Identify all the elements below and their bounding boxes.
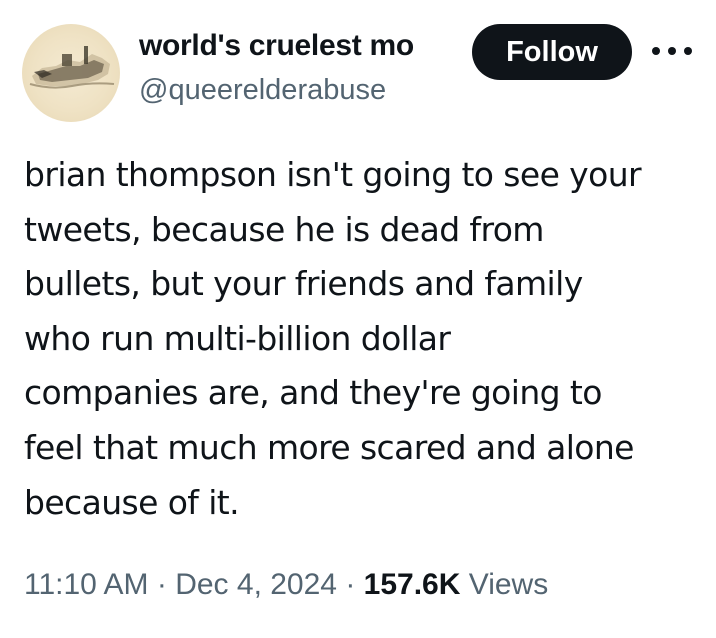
more-dot [684, 47, 692, 55]
views-label: Views [460, 568, 549, 601]
views-count: 157.6K [363, 568, 461, 601]
avatar-image [29, 46, 115, 89]
avatar[interactable] [22, 24, 120, 122]
tweet-date[interactable]: Dec 4, 2024 [175, 568, 337, 601]
tweet-text-line: brian thompson isn't going to see your [24, 155, 642, 194]
follow-button[interactable]: Follow [472, 24, 632, 80]
tweet-meta: 11:10 AM · Dec 4, 2024 · 157.6K Views [24, 568, 548, 602]
more-dot [652, 47, 660, 55]
tweet-text: brian thompson isn't going to see your t… [24, 148, 704, 530]
tweet-text-line: who run multi-billion dollar [24, 318, 451, 358]
more-horizontal-icon[interactable] [652, 36, 692, 66]
meta-separator: · [148, 568, 176, 601]
tweet-text-line: companies are, and they're going to [24, 373, 602, 413]
tweet-text-line: tweets, because he is dead from [24, 209, 544, 249]
tweet-text-line: feel that much more scared and alone [24, 427, 634, 467]
meta-separator: · [336, 568, 364, 601]
tweet-text-line: bullets, but your friends and family [24, 264, 583, 304]
more-dot [668, 47, 676, 55]
tweet-time[interactable]: 11:10 AM [24, 568, 149, 601]
tweet-card: world's cruelest mo @queerelderabuse Fol… [0, 0, 716, 638]
tweet-text-line: because of it. [24, 482, 240, 522]
user-handle[interactable]: @queerelderabuse [139, 74, 386, 107]
display-name[interactable]: world's cruelest mo [139, 29, 414, 63]
